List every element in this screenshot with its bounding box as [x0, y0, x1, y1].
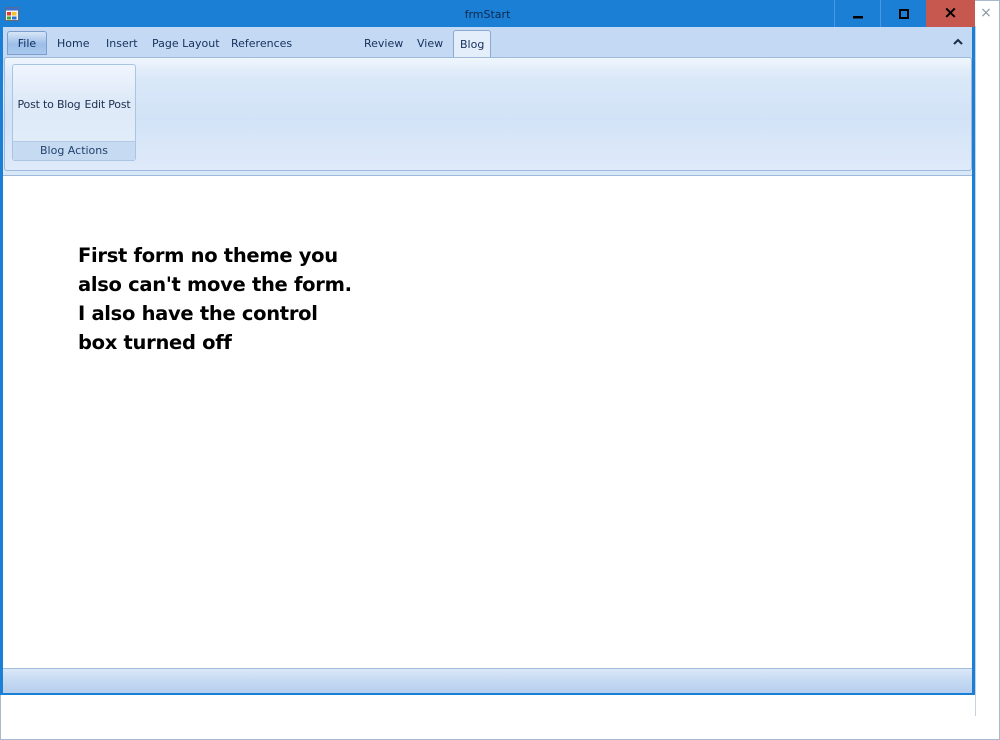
close-button[interactable]: × — [926, 0, 975, 27]
title-bar[interactable]: frmStart × — [0, 0, 975, 27]
message-line: also can't move the form. — [78, 273, 352, 296]
main-window: frmStart × File Home Insert Page Layout … — [0, 0, 975, 695]
ribbon-group-blog-actions: Post to Blog Edit Post Blog Actions — [12, 64, 136, 161]
status-bar — [3, 668, 972, 693]
background-window-border — [975, 26, 976, 716]
message-line: box turned off — [78, 331, 232, 354]
chevron-up-icon[interactable] — [951, 35, 965, 49]
edit-post-button[interactable]: Edit Post — [84, 95, 130, 115]
maximize-button[interactable] — [880, 0, 926, 27]
ribbon-group-buttons: Post to Blog Edit Post — [13, 95, 135, 115]
maximize-icon — [898, 8, 909, 19]
tab-review[interactable]: Review — [358, 32, 409, 56]
tab-insert[interactable]: Insert — [100, 32, 144, 56]
tab-references[interactable]: References — [225, 32, 298, 56]
window-bottom-border — [0, 693, 975, 695]
tab-blog[interactable]: Blog — [453, 30, 492, 58]
client-area: File Home Insert Page Layout References … — [3, 27, 972, 693]
minimize-icon — [852, 15, 863, 18]
tab-file[interactable]: File — [7, 31, 47, 55]
tab-home[interactable]: Home — [51, 32, 95, 56]
ribbon: File Home Insert Page Layout References … — [3, 27, 972, 176]
message-line: I also have the control — [78, 302, 318, 325]
ribbon-group-label: Blog Actions — [13, 141, 135, 160]
close-icon: × — [943, 3, 958, 23]
tab-page-layout[interactable]: Page Layout — [146, 32, 226, 56]
ribbon-tab-row: File Home Insert Page Layout References … — [3, 27, 972, 58]
ribbon-panel: Post to Blog Edit Post Blog Actions — [4, 57, 972, 171]
window-title: frmStart — [464, 8, 511, 21]
message-line: First form no theme you — [78, 244, 338, 267]
tab-view[interactable]: View — [411, 32, 449, 56]
minimize-button[interactable] — [834, 0, 880, 27]
background-close-icon[interactable]: × — [975, 1, 997, 25]
post-to-blog-button[interactable]: Post to Blog — [18, 95, 81, 115]
message-text: First form no theme you also can't move … — [78, 241, 358, 357]
form-content: First form no theme you also can't move … — [3, 176, 972, 666]
